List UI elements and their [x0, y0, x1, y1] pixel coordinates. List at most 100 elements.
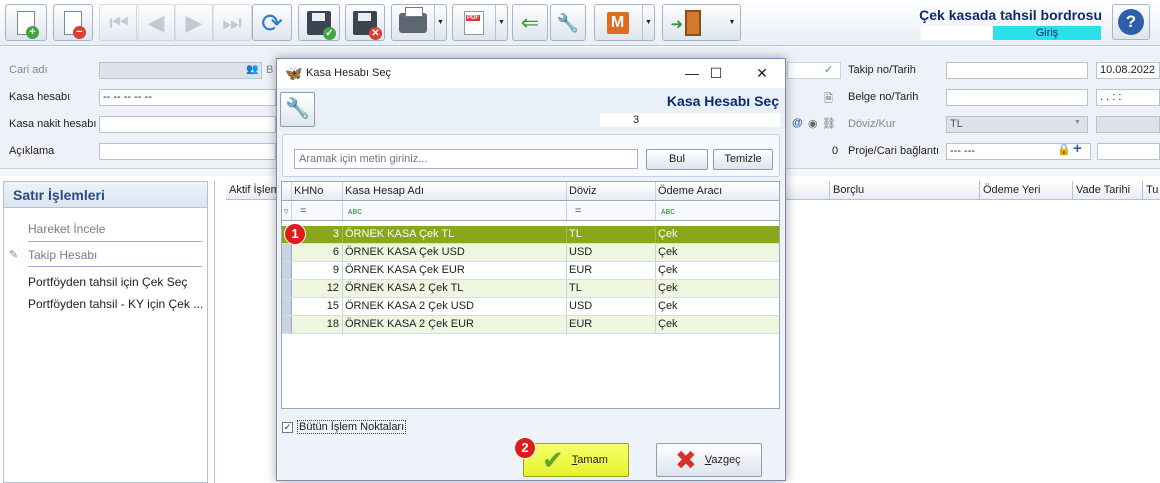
record-status-field [672, 113, 780, 127]
save-and-close-button[interactable]: ✕ [345, 4, 385, 41]
filter-khno[interactable]: = [292, 202, 343, 220]
exit-button[interactable]: ▼ [662, 4, 741, 41]
new-document-icon: + [17, 10, 39, 39]
cell-name: ÖRNEK KASA 2 Çek TL [343, 280, 567, 297]
column-vade-tarihi[interactable]: Vade Tarihi [1073, 181, 1143, 200]
takip-no-tarih-label: Takip no/Tarih [848, 64, 916, 76]
row-indicator [282, 316, 292, 333]
column-blank[interactable] [786, 181, 830, 200]
kasa-nakit-hesabi-field[interactable] [99, 116, 276, 133]
lock-icon: 🔒 [1057, 144, 1071, 156]
step-marker-1: 1 [284, 223, 306, 245]
print-button[interactable]: ▼ [391, 4, 447, 41]
row-indicator [282, 244, 292, 261]
save-and-close-icon: ✕ [353, 10, 382, 40]
filter-doviz[interactable]: = [567, 202, 656, 220]
dialog-window-title: Kasa Hesabı Seç [306, 67, 391, 79]
refresh-button[interactable]: ⟳ [252, 4, 292, 41]
wrench-icon: 🔧 [285, 98, 310, 120]
takip-tarih-field[interactable]: 10.08.2022 [1096, 62, 1160, 79]
column-odeme-yeri[interactable]: Ödeme Yeri [980, 181, 1073, 200]
last-record-button[interactable]: ⏭ [212, 4, 252, 41]
aciklama-field[interactable] [99, 143, 276, 160]
cancel-button[interactable]: ✖ Vazgeç [656, 443, 762, 477]
pdf-export-button[interactable]: PDF ▼ [452, 4, 508, 41]
find-button[interactable]: Bul [646, 149, 708, 170]
m-module-button[interactable]: M ▼ [594, 4, 655, 41]
add-icon[interactable]: + [1073, 140, 1082, 157]
import-button[interactable]: ⇐ [512, 4, 548, 41]
table-row[interactable]: 6 ÖRNEK KASA Çek USD USD Çek [282, 244, 779, 262]
email-icon[interactable]: @ [792, 117, 803, 129]
belge-no-field[interactable] [946, 89, 1088, 106]
cari-adi-field[interactable] [99, 62, 262, 79]
cell-doviz: EUR [567, 262, 656, 279]
previous-record-icon: ◀ [147, 9, 165, 35]
aciklama-count: 0 [832, 145, 839, 157]
all-points-checkbox-row[interactable]: ✓ Bütün İşlem Noktaları [282, 420, 407, 434]
next-record-button[interactable]: ▶ [174, 4, 214, 41]
table-row[interactable]: 18 ÖRNEK KASA 2 Çek EUR EUR Çek [282, 316, 779, 334]
maximize-icon[interactable]: ☐ [693, 59, 739, 88]
view-icon[interactable]: ◉ [808, 117, 818, 130]
side-item-hareket-incele[interactable]: Hareket İncele [4, 222, 209, 236]
previous-record-button[interactable]: ◀ [136, 4, 176, 41]
document-icon[interactable]: 🗎 [824, 90, 833, 109]
print-dropdown-icon[interactable]: ▼ [434, 5, 446, 40]
kur-field[interactable] [1096, 116, 1160, 133]
doviz-chevron-down-icon[interactable]: ▼ [1074, 119, 1081, 126]
cell-doviz: TL [567, 280, 656, 297]
table-row[interactable]: 9 ÖRNEK KASA Çek EUR EUR Çek [282, 262, 779, 280]
delete-button[interactable]: − [53, 4, 93, 41]
all-points-checkbox[interactable]: ✓ [282, 421, 293, 433]
filter-icon[interactable]: ▿ [282, 202, 292, 220]
table-row[interactable]: 3 ÖRNEK KASA Çek TL TL Çek [282, 226, 779, 244]
ok-button[interactable]: ✔ Tamam [523, 443, 629, 477]
filter-odeme[interactable]: ᴀʙc [656, 202, 779, 220]
column-odeme-araci[interactable]: Ödeme Aracı [656, 182, 779, 200]
column-doviz[interactable]: Döviz [567, 182, 656, 200]
cell-doviz: EUR [567, 316, 656, 333]
save-button[interactable]: ✓ [298, 4, 340, 41]
belge-tarih-field[interactable]: . . : : [1096, 89, 1160, 106]
takip-no-field[interactable] [946, 62, 1088, 79]
table-row[interactable]: 12 ÖRNEK KASA 2 Çek TL TL Çek [282, 280, 779, 298]
search-input[interactable] [294, 149, 638, 169]
proje-extra-field[interactable] [1097, 143, 1160, 160]
tools-button[interactable]: 🔧 [550, 4, 586, 41]
pdf-dropdown-icon[interactable]: ▼ [495, 5, 507, 40]
settings-button[interactable]: 🔧 [280, 92, 315, 127]
doviz-select[interactable]: TL [946, 116, 1088, 133]
clear-button[interactable]: Temizle [713, 149, 773, 170]
cell-khno: 15 [292, 298, 343, 315]
tools-icon: 🔧 [556, 12, 580, 33]
side-item-takip-hesabi[interactable]: Takip Hesabı [4, 248, 209, 262]
exit-icon [671, 9, 701, 36]
new-button[interactable]: + [5, 4, 47, 41]
first-record-button[interactable]: ⏮ [99, 4, 139, 41]
kasa-hesabi-field[interactable]: -- -- -- -- -- [99, 89, 276, 106]
m-module-dropdown-icon[interactable]: ▼ [642, 5, 654, 40]
people-icon[interactable]: 👥 [246, 64, 258, 75]
filter-name[interactable]: ᴀʙc [343, 202, 567, 220]
exit-dropdown-icon[interactable]: ▼ [724, 5, 740, 40]
row-indicator [282, 298, 292, 315]
help-button[interactable]: ? [1112, 4, 1150, 40]
column-borclu[interactable]: Borçlu [830, 181, 980, 200]
all-points-label[interactable]: Bütün İşlem Noktaları [297, 420, 407, 434]
table-row[interactable]: 15 ÖRNEK KASA 2 Çek USD USD Çek [282, 298, 779, 316]
side-item-portfoy-cek-sec[interactable]: Portföyden tahsil için Çek Seç [4, 275, 209, 289]
kasa-grid: KHNo Kasa Hesap Adı Döviz Ödeme Aracı ▿ … [281, 181, 780, 409]
column-aktif-islem[interactable]: Aktif İşlem [226, 181, 278, 200]
step-marker-2: 2 [514, 437, 536, 459]
first-record-icon: ⏮ [109, 9, 129, 35]
cell-name: ÖRNEK KASA Çek TL [343, 226, 567, 243]
cancel-label: Vazgeç [704, 454, 741, 466]
pdf-export-icon: PDF [464, 10, 484, 35]
close-icon[interactable]: ✕ [739, 59, 785, 88]
link-icon[interactable]: ⛓ [822, 117, 836, 130]
column-kasa-hesap-adi[interactable]: Kasa Hesap Adı [343, 182, 567, 200]
column-tutar[interactable]: Tu [1143, 181, 1160, 200]
column-khno[interactable]: KHNo [292, 182, 343, 200]
side-item-portfoy-ky-cek-sec[interactable]: Portföyden tahsil - KY için Çek ... [4, 297, 209, 311]
